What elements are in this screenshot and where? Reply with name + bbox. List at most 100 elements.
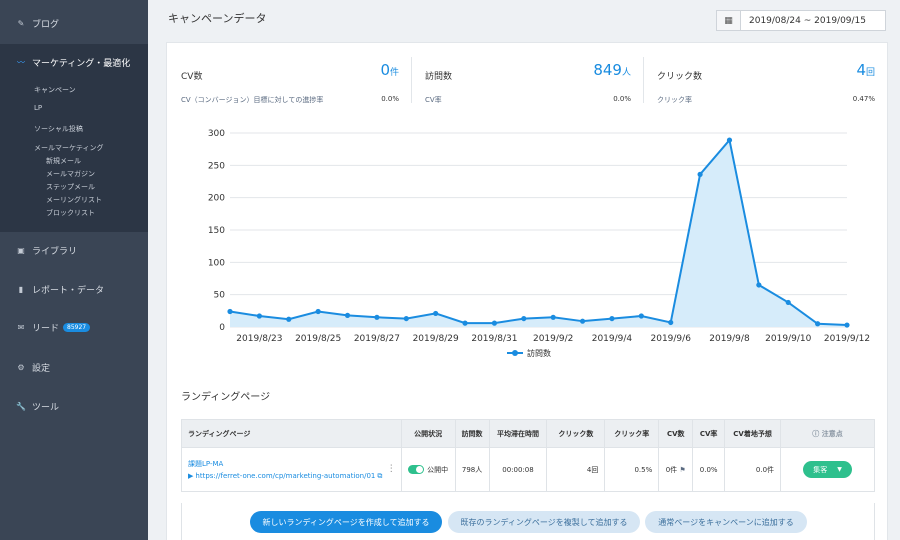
cv-rate-cell: 0.0% bbox=[692, 447, 726, 492]
kebab-menu-icon[interactable]: ⋮ bbox=[387, 464, 396, 474]
y-tick-label: 200 bbox=[208, 194, 225, 204]
th-clicks: クリック数 bbox=[546, 419, 606, 448]
bar-chart-icon: ▮ bbox=[18, 284, 24, 294]
nav-library-label: ライブラリ bbox=[32, 246, 78, 257]
campaign-card: CV数 0件 CV（コンバージョン）目標に対しての進捗率 0.0% 訪問数 84… bbox=[166, 42, 888, 540]
x-tick-label: 2019/9/4 bbox=[592, 334, 633, 344]
lp-actions: 新しいランディングページを作成して追加する 既存のランディングページを複製して追… bbox=[181, 503, 875, 540]
data-point bbox=[726, 137, 733, 143]
data-point bbox=[227, 308, 233, 315]
nav-settings-label: 設定 bbox=[32, 363, 51, 374]
external-link-icon[interactable]: ⧉ bbox=[377, 472, 382, 481]
status-label: 公開中 bbox=[427, 465, 449, 474]
help-icon: ⓘ bbox=[812, 429, 820, 438]
x-tick-label: 2019/9/6 bbox=[651, 334, 692, 344]
data-point bbox=[697, 171, 703, 177]
nav-library[interactable]: ▣ ライブラリ bbox=[0, 240, 148, 260]
nav-mail-list[interactable]: メーリングリスト bbox=[46, 195, 102, 205]
new-lp-button[interactable]: 新しいランディングページを作成して追加する bbox=[250, 511, 442, 533]
y-tick-label: 150 bbox=[208, 226, 225, 236]
nav-mail-new[interactable]: 新規メール bbox=[46, 156, 81, 166]
y-tick-label: 0 bbox=[219, 323, 225, 333]
lp-section-title: ランディングページ bbox=[181, 392, 271, 403]
kpi-visits: 訪問数 849人 CV率 0.0% bbox=[425, 57, 631, 117]
nav-mail-block[interactable]: ブロックリスト bbox=[46, 208, 95, 218]
th-notes-label: 注意点 bbox=[821, 429, 843, 438]
nav-report[interactable]: ▮ レポート・データ bbox=[0, 279, 148, 299]
y-tick-label: 50 bbox=[214, 291, 226, 301]
kpi-clicks-sub-label: クリック率 bbox=[657, 96, 692, 104]
acquire-dropdown-button[interactable]: 集客 ▼ bbox=[803, 461, 852, 478]
nav-mail-step[interactable]: ステップメール bbox=[46, 182, 95, 192]
data-point bbox=[315, 308, 321, 315]
nav-campaign[interactable]: キャンペーン bbox=[34, 85, 76, 95]
pencil-icon: ✎ bbox=[17, 18, 25, 28]
nav-blog[interactable]: ✎ ブログ bbox=[0, 13, 148, 33]
nav-social[interactable]: ソーシャル投稿 bbox=[34, 124, 83, 134]
x-tick-label: 2019/8/25 bbox=[295, 334, 341, 344]
data-point bbox=[638, 313, 644, 319]
kpi-cv-sub-value: 0.0% bbox=[381, 95, 399, 103]
kpi-clicks-label: クリック数 bbox=[657, 72, 703, 82]
kpi-visits-sub-label: CV率 bbox=[425, 96, 442, 104]
lp-name-link[interactable]: 課題LP-MA bbox=[188, 459, 401, 469]
th-status: 公開状況 bbox=[400, 419, 456, 448]
th-cv-forecast: CV着地予想 bbox=[724, 419, 782, 448]
x-tick-label: 2019/9/2 bbox=[533, 334, 573, 344]
th-visits: 訪問数 bbox=[454, 419, 490, 448]
kpi-cv: CV数 0件 CV（コンバージョン）目標に対しての進捗率 0.0% bbox=[181, 57, 399, 117]
play-icon[interactable]: ▶ bbox=[188, 472, 193, 480]
y-tick-label: 300 bbox=[208, 129, 225, 139]
lp-table: ランディングページ 公開状況 訪問数 平均滞在時間 クリック数 クリック率 CV… bbox=[181, 419, 875, 492]
data-point bbox=[462, 320, 468, 326]
flag-icon[interactable]: ⚑ bbox=[679, 466, 685, 474]
nav-mail-magazine[interactable]: メールマガジン bbox=[46, 169, 95, 179]
publish-toggle[interactable] bbox=[408, 465, 425, 474]
data-point bbox=[579, 318, 586, 324]
data-point bbox=[286, 316, 292, 322]
y-tick-label: 250 bbox=[208, 161, 225, 171]
data-point bbox=[815, 321, 821, 327]
cv-value: 0件 bbox=[665, 465, 678, 474]
x-tick-label: 2019/9/12 bbox=[824, 334, 870, 344]
kpi-clicks-sub-value: 0.47% bbox=[852, 95, 875, 103]
trend-icon: 〰 bbox=[17, 57, 25, 67]
lp-name-cell: 課題LP-MA ▶ https://ferret-one.com/cp/mark… bbox=[181, 447, 402, 492]
gear-icon: ⚙ bbox=[17, 362, 25, 372]
calendar-icon: ▦ bbox=[717, 11, 741, 30]
lp-url-link[interactable]: https://ferret-one.com/cp/marketing-auto… bbox=[195, 472, 375, 480]
th-click-rate: クリック率 bbox=[604, 419, 660, 448]
copy-lp-button[interactable]: 既存のランディングページを複製して追加する bbox=[448, 511, 640, 533]
mail-icon: ✉ bbox=[17, 322, 25, 332]
visits-cell: 798人 bbox=[454, 447, 490, 492]
nav-lead[interactable]: ✉ リード 85927 bbox=[0, 317, 148, 337]
wrench-icon: 🔧 bbox=[16, 401, 26, 411]
data-point bbox=[344, 312, 351, 318]
acquire-label: 集客 bbox=[813, 465, 828, 474]
status-cell: 公開中 bbox=[400, 447, 456, 492]
nav-lp[interactable]: LP bbox=[34, 104, 42, 112]
kpi-clicks-value: 4回 bbox=[856, 61, 875, 79]
y-tick-label: 100 bbox=[208, 258, 225, 268]
x-tick-label: 2019/8/29 bbox=[413, 334, 459, 344]
x-tick-label: 2019/9/10 bbox=[765, 334, 811, 344]
nav-tools[interactable]: 🔧 ツール bbox=[0, 396, 148, 416]
data-point bbox=[550, 314, 556, 320]
nav-marketing[interactable]: 〰 マーケティング・最適化 bbox=[0, 52, 148, 72]
nav-settings[interactable]: ⚙ 設定 bbox=[0, 357, 148, 377]
th-notes: ⓘ 注意点 bbox=[780, 419, 875, 448]
x-tick-label: 2019/8/27 bbox=[354, 334, 400, 344]
table-row: 課題LP-MA ▶ https://ferret-one.com/cp/mark… bbox=[181, 447, 875, 492]
sidebar: ✎ ブログ 〰 マーケティング・最適化 キャンペーン LP ソーシャル投稿 メー… bbox=[0, 0, 148, 540]
kpi-cv-label: CV数 bbox=[181, 72, 203, 82]
data-point bbox=[785, 299, 791, 306]
legend-label: 訪問数 bbox=[527, 348, 551, 358]
th-landing-page: ランディングページ bbox=[181, 419, 402, 448]
legend-marker bbox=[512, 350, 518, 356]
th-cv-rate: CV率 bbox=[692, 419, 726, 448]
kpi-divider bbox=[643, 57, 644, 103]
add-page-button[interactable]: 通常ページをキャンペーンに追加する bbox=[645, 511, 807, 533]
kpi-visits-sub-value: 0.0% bbox=[613, 95, 631, 103]
nav-mail-marketing[interactable]: メールマーケティング bbox=[34, 143, 103, 153]
date-range-picker[interactable]: ▦ 2019/08/24 ~ 2019/09/15 bbox=[716, 10, 886, 31]
